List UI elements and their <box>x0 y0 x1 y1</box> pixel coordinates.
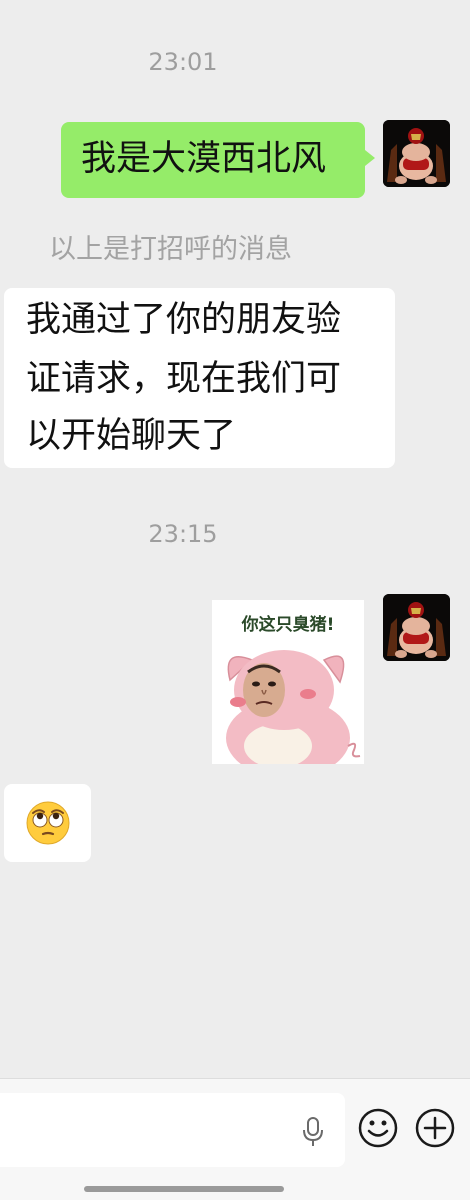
message-text: 我是大漠西北风 <box>81 139 327 179</box>
microphone-icon[interactable] <box>302 1117 324 1147</box>
chat-screen: 23:01 我是大漠西北风 以上是打招呼的消息 我通过了你的朋友验 证请求，现在… <box>0 0 470 1200</box>
eye-roll-emoji-icon <box>26 801 70 845</box>
my-avatar[interactable] <box>383 594 450 661</box>
message-bubble-received[interactable]: 我通过了你的朋友验 证请求，现在我们可 以开始聊天了 <box>4 288 395 468</box>
plus-icon[interactable] <box>415 1108 455 1148</box>
message-bubble-received[interactable]: 🙄 <box>4 784 91 862</box>
sticker-message[interactable]: 你这只臭猪! <box>212 600 364 764</box>
avatar-figure-icon <box>383 594 450 661</box>
input-toolbar <box>0 1078 470 1200</box>
message-text-line: 证请求，现在我们可 <box>26 359 342 399</box>
home-indicator[interactable] <box>84 1186 284 1192</box>
emoji-icon[interactable] <box>358 1108 398 1148</box>
sticker-caption: 你这只臭猪! <box>241 615 335 635</box>
message-bubble-sent[interactable]: 我是大漠西北风 <box>61 122 365 198</box>
avatar-figure-icon <box>383 120 450 187</box>
message-input[interactable] <box>0 1093 345 1167</box>
timestamp: 23:01 <box>148 48 218 76</box>
message-text-line: 我通过了你的朋友验 <box>26 300 342 340</box>
message-text-line: 以开始聊天了 <box>26 416 237 456</box>
my-avatar[interactable] <box>383 120 450 187</box>
timestamp: 23:15 <box>148 520 218 548</box>
system-notice: 以上是打招呼的消息 <box>49 234 292 265</box>
bubble-tail <box>365 150 375 166</box>
pig-sticker-icon <box>226 650 361 764</box>
